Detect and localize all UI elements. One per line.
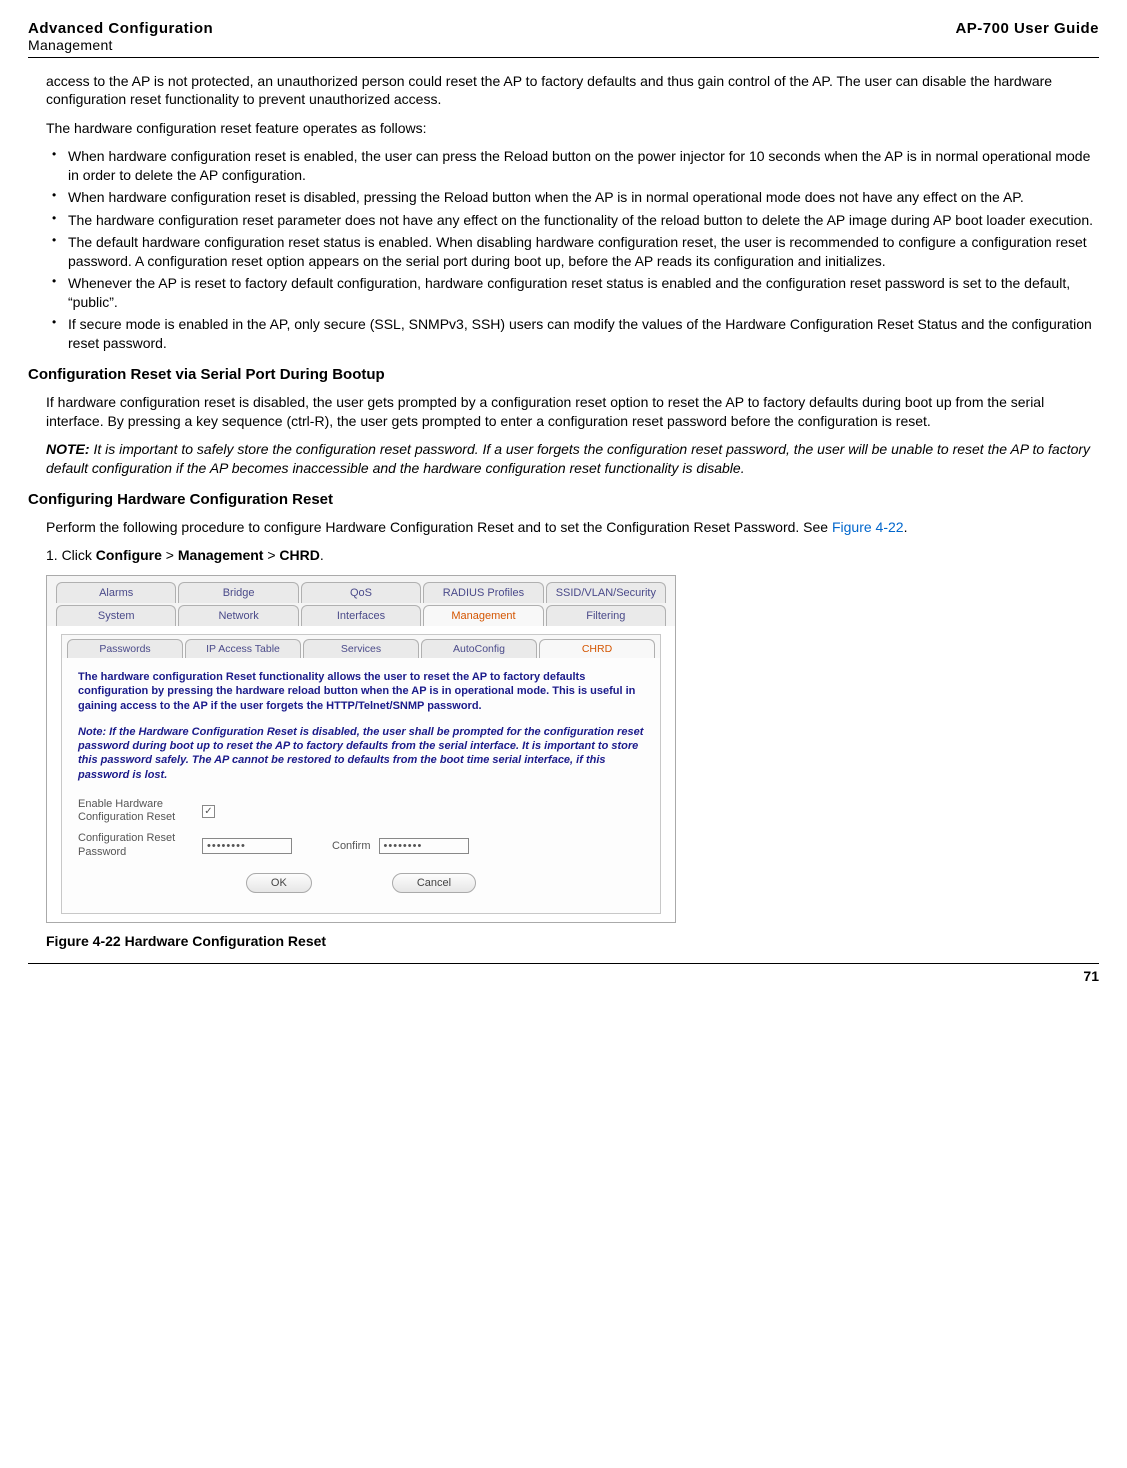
section1-paragraph: If hardware configuration reset is disab… (46, 393, 1093, 430)
step-bold-chrd: CHRD (279, 547, 319, 563)
embedded-screenshot: Alarms Bridge QoS RADIUS Profiles SSID/V… (46, 575, 676, 923)
step-separator: > (263, 547, 279, 563)
note-block: NOTE: It is important to safely store th… (46, 440, 1093, 477)
section-title-config: Configuring Hardware Configuration Reset (28, 491, 1093, 508)
chrd-panel: The hardware configuration Reset functio… (62, 658, 660, 913)
intro-paragraph-1: access to the AP is not protected, an un… (46, 72, 1093, 109)
tab-qos[interactable]: QoS (301, 582, 421, 603)
section2-paragraph: Perform the following procedure to confi… (46, 518, 1093, 536)
bullet-item: When hardware configuration reset is ena… (46, 147, 1093, 184)
header-title: Advanced Configuration (28, 20, 213, 37)
bullet-list: When hardware configuration reset is ena… (46, 147, 1093, 352)
step-text-pre: 1. Click (46, 547, 96, 563)
tab-network[interactable]: Network (178, 605, 298, 626)
tab-ssid[interactable]: SSID/VLAN/Security (546, 582, 666, 603)
step-bold-configure: Configure (96, 547, 162, 563)
inner-tab-row: Passwords IP Access Table Services AutoC… (62, 635, 660, 658)
tab-radius[interactable]: RADIUS Profiles (423, 582, 543, 603)
inner-panel-area: Passwords IP Access Table Services AutoC… (61, 634, 661, 914)
figure-caption: Figure 4-22 Hardware Configuration Reset (46, 933, 1093, 949)
tab-passwords[interactable]: Passwords (67, 639, 183, 658)
bullet-item: The hardware configuration reset paramet… (46, 211, 1093, 229)
tab-alarms[interactable]: Alarms (56, 582, 176, 603)
button-row: OK Cancel (78, 873, 644, 897)
note-label: NOTE: (46, 441, 90, 457)
password-input[interactable]: •••••••• (202, 838, 292, 854)
cancel-button[interactable]: Cancel (392, 873, 476, 893)
bullet-item: The default hardware configuration reset… (46, 233, 1093, 270)
tab-bridge[interactable]: Bridge (178, 582, 298, 603)
tab-chrd[interactable]: CHRD (539, 639, 655, 658)
header-subtitle: Management (28, 37, 213, 53)
tab-filtering[interactable]: Filtering (546, 605, 666, 626)
tab-interfaces[interactable]: Interfaces (301, 605, 421, 626)
intro-paragraph-2: The hardware configuration reset feature… (46, 119, 1093, 137)
step-item: 1. Click Configure > Management > CHRD. (46, 546, 1093, 564)
step-text-post: . (320, 547, 324, 563)
section2-text-pre: Perform the following procedure to confi… (46, 519, 832, 535)
bullet-item: Whenever the AP is reset to factory defa… (46, 274, 1093, 311)
page-header: Advanced Configuration Management AP-700… (28, 20, 1099, 58)
panel-note: Note: If the Hardware Configuration Rese… (78, 725, 644, 782)
tab-services[interactable]: Services (303, 639, 419, 658)
confirm-input[interactable]: •••••••• (379, 838, 469, 854)
note-text: It is important to safely store the conf… (46, 441, 1090, 475)
enable-row: Enable Hardware Configuration Reset ✓ (78, 798, 644, 824)
step-separator: > (162, 547, 178, 563)
page-footer: 71 (28, 963, 1099, 984)
tab-ipaccess[interactable]: IP Access Table (185, 639, 301, 658)
password-label: Configuration Reset Password (78, 832, 198, 858)
panel-description: The hardware configuration Reset functio… (78, 670, 644, 713)
tab-management[interactable]: Management (423, 605, 543, 626)
header-left: Advanced Configuration Management (28, 20, 213, 53)
bullet-item: If secure mode is enabled in the AP, onl… (46, 315, 1093, 352)
enable-label: Enable Hardware Configuration Reset (78, 798, 198, 824)
enable-checkbox[interactable]: ✓ (202, 805, 215, 818)
section-title-serial: Configuration Reset via Serial Port Duri… (28, 366, 1093, 383)
bullet-item: When hardware configuration reset is dis… (46, 188, 1093, 206)
confirm-label: Confirm (332, 840, 371, 852)
sub-tab-row: System Network Interfaces Management Fil… (47, 603, 675, 626)
step-bold-management: Management (178, 547, 264, 563)
ok-button[interactable]: OK (246, 873, 312, 893)
body-content: access to the AP is not protected, an un… (28, 72, 1099, 949)
page-number: 71 (1083, 968, 1099, 984)
figure-link[interactable]: Figure 4-22 (832, 519, 904, 535)
top-tab-row: Alarms Bridge QoS RADIUS Profiles SSID/V… (47, 576, 675, 603)
tab-system[interactable]: System (56, 605, 176, 626)
section2-text-post: . (904, 519, 908, 535)
password-row: Configuration Reset Password •••••••• Co… (78, 832, 644, 858)
step-list: 1. Click Configure > Management > CHRD. (46, 546, 1093, 564)
tab-autoconfig[interactable]: AutoConfig (421, 639, 537, 658)
header-guide: AP-700 User Guide (955, 20, 1099, 37)
